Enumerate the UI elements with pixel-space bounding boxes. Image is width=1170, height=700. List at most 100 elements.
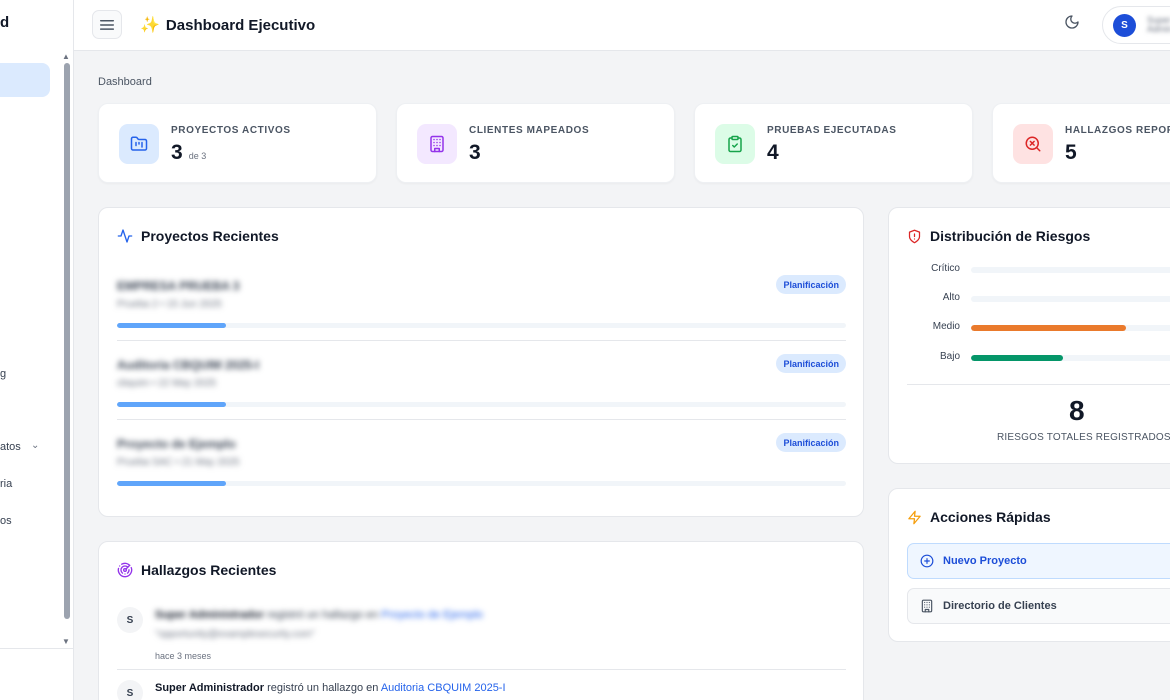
button-label: Nuevo Proyecto xyxy=(943,555,1027,567)
project-meta: Prueba 2 • 15 Jun 2025 xyxy=(117,299,222,310)
project-row[interactable]: Proyecto de Ejemplo Prueba SAC • 21 May … xyxy=(117,433,846,505)
breadcrumb[interactable]: Dashboard xyxy=(98,76,152,88)
stat-number: 4 xyxy=(767,141,779,164)
folder-kanban-icon xyxy=(119,124,159,164)
panel-title: Distribución de Riesgos xyxy=(907,228,1090,244)
recent-projects-panel: Proyectos Recientes EMPRESA PRUEBA 3 Pru… xyxy=(98,207,864,517)
row-divider xyxy=(117,340,846,341)
finding-action: registró un hallazgo en xyxy=(267,609,379,621)
stat-label: HALLAZGOS REPORT xyxy=(1065,125,1170,136)
stat-sub: de 3 xyxy=(188,151,207,161)
user-menu[interactable]: S Super Admin xyxy=(1102,6,1170,44)
finding-project-link[interactable]: Auditoria CBQUIM 2025-I xyxy=(381,682,506,694)
chevron-down-icon[interactable]: ⌄ xyxy=(31,440,39,451)
panel-title: Hallazgos Recientes xyxy=(117,562,276,578)
risk-row-low: Bajo xyxy=(907,351,1170,365)
risk-row-high: Alto xyxy=(907,292,1170,306)
risk-distribution-panel: Distribución de Riesgos Crítico Alto Med… xyxy=(888,207,1170,464)
shield-alert-icon xyxy=(908,229,921,243)
stat-label: PRUEBAS EJECUTADAS xyxy=(767,125,897,136)
project-meta: cbquim • 22 May 2025 xyxy=(117,378,217,389)
sidebar-item[interactable]: atos xyxy=(0,441,21,453)
risk-label: Bajo xyxy=(939,351,960,362)
stat-number: 5 xyxy=(1065,141,1077,164)
user-name: Super Admin xyxy=(1147,15,1170,34)
stat-value: 3 de 3 xyxy=(171,141,206,165)
risk-label: Medio xyxy=(932,321,960,332)
risk-bar xyxy=(971,296,1170,302)
menu-icon xyxy=(100,19,114,30)
button-label: Directorio de Clientes xyxy=(943,600,1057,612)
risk-label: Crítico xyxy=(931,263,960,274)
top-header: ✨ Dashboard Ejecutivo S Super Admin xyxy=(74,0,1170,51)
building-icon xyxy=(921,599,933,613)
progress-fill xyxy=(117,323,227,328)
risk-bar xyxy=(971,355,1170,361)
stat-card-tests[interactable]: PRUEBAS EJECUTADAS 4 xyxy=(694,103,973,183)
finding-item[interactable]: S Super Administrador registró un hallaz… xyxy=(117,607,846,667)
building-icon xyxy=(417,124,457,164)
stat-card-projects[interactable]: PROYECTOS ACTIVOS 3 de 3 xyxy=(98,103,377,183)
project-name: Auditoria CBQUIM 2025-I xyxy=(117,358,260,372)
project-name: Proyecto de Ejemplo xyxy=(117,437,236,451)
theme-toggle-button[interactable] xyxy=(1064,14,1086,36)
finding-project-link[interactable]: Proyecto de Ejemplo xyxy=(381,609,483,621)
finding-item[interactable]: S Super Administrador registró un hallaz… xyxy=(117,680,846,700)
zap-icon xyxy=(908,510,921,524)
risk-total: 8 xyxy=(1069,395,1085,426)
recent-findings-panel: Hallazgos Recientes S Super Administrado… xyxy=(98,541,864,700)
sparkles-icon: ✨ xyxy=(140,17,160,34)
progress-bar xyxy=(117,402,846,407)
panel-title: Acciones Rápidas xyxy=(907,509,1051,525)
finding-action: registró un hallazgo en xyxy=(267,682,379,694)
sidebar-scrollbar[interactable] xyxy=(64,63,70,619)
avatar: S xyxy=(117,607,143,633)
stat-value: 4 xyxy=(767,141,779,165)
finding-user: Super Administrador xyxy=(155,682,264,694)
stat-value: 5 xyxy=(1065,141,1077,165)
finding-time: hace 3 meses xyxy=(155,651,212,661)
risk-label: Alto xyxy=(942,292,960,303)
sidebar-item[interactable]: os xyxy=(0,515,12,527)
scroll-up-arrow[interactable]: ▲ xyxy=(62,52,70,61)
stat-label: PROYECTOS ACTIVOS xyxy=(171,125,291,136)
moon-icon xyxy=(1065,15,1079,29)
activity-icon xyxy=(117,229,133,243)
stat-value: 3 xyxy=(469,141,481,165)
status-badge: Planificación xyxy=(776,433,846,452)
stat-number: 3 xyxy=(469,141,481,164)
row-divider xyxy=(117,669,846,670)
status-badge: Planificación xyxy=(776,354,846,373)
risk-bar xyxy=(971,325,1170,331)
search-x-icon xyxy=(1013,124,1053,164)
project-row[interactable]: Auditoria CBQUIM 2025-I cbquim • 22 May … xyxy=(117,354,846,426)
sidebar-item-dashboard[interactable] xyxy=(0,63,50,97)
sidebar-item[interactable]: ria xyxy=(0,478,12,490)
finding-text: Super Administrador registró un hallazgo… xyxy=(155,682,506,694)
divider xyxy=(907,384,1170,385)
panel-title-text: Acciones Rápidas xyxy=(930,509,1051,525)
avatar: S xyxy=(117,680,143,700)
plus-circle-icon xyxy=(920,554,934,568)
stat-card-clients[interactable]: CLIENTES MAPEADOS 3 xyxy=(396,103,675,183)
risk-row-critical: Crítico xyxy=(907,263,1170,277)
menu-toggle-button[interactable] xyxy=(92,10,122,39)
radar-icon xyxy=(117,562,133,578)
sidebar-item[interactable]: g xyxy=(0,368,6,380)
sidebar: d g atos ⌄ ria os ▲ ▼ xyxy=(0,0,74,700)
progress-bar xyxy=(117,481,846,486)
project-row[interactable]: EMPRESA PRUEBA 3 Prueba 2 • 15 Jun 2025 … xyxy=(117,275,846,347)
scroll-down-arrow[interactable]: ▼ xyxy=(62,637,70,646)
panel-title: Proyectos Recientes xyxy=(117,228,279,244)
risk-row-medium: Medio xyxy=(907,321,1170,335)
project-name: EMPRESA PRUEBA 3 xyxy=(117,279,240,293)
sidebar-brand: d xyxy=(0,14,10,31)
new-project-button[interactable]: Nuevo Proyecto xyxy=(907,543,1170,579)
stat-label: CLIENTES MAPEADOS xyxy=(469,125,590,136)
client-directory-button[interactable]: Directorio de Clientes xyxy=(907,588,1170,624)
sidebar-footer-divider xyxy=(0,648,73,649)
panel-title-text: Hallazgos Recientes xyxy=(141,562,277,578)
risk-total-label: RIESGOS TOTALES REGISTRADOS xyxy=(997,432,1170,443)
stat-card-findings[interactable]: HALLAZGOS REPORT 5 xyxy=(992,103,1170,183)
panel-title-text: Distribución de Riesgos xyxy=(930,228,1091,244)
